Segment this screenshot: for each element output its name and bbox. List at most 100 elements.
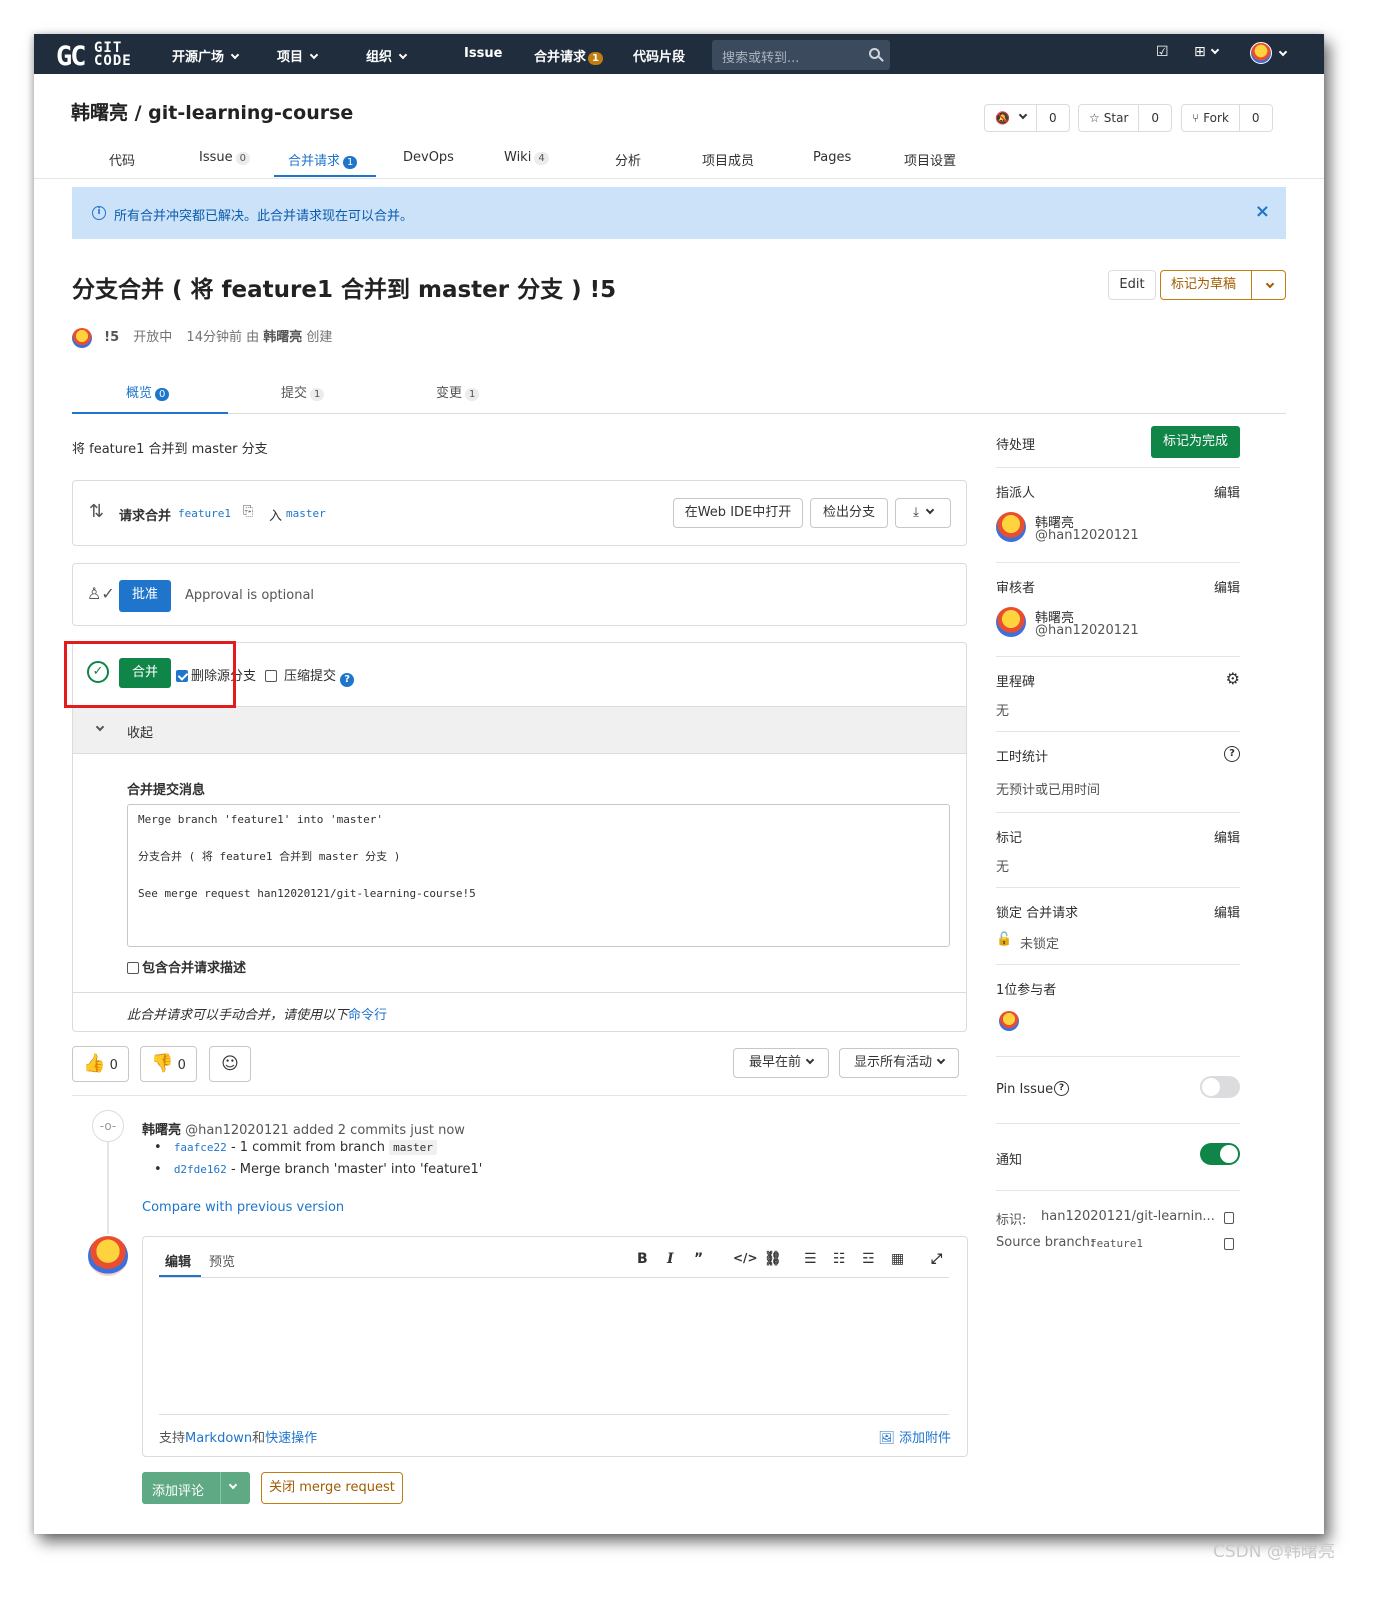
copy-icon[interactable]: ⎘: [243, 504, 253, 519]
tab-analytics[interactable]: 分析: [615, 150, 641, 169]
add-comment-label[interactable]: 添加评论: [152, 1480, 204, 1499]
assignee-avatar[interactable]: [996, 512, 1026, 542]
bullet-list-icon[interactable]: ☰: [804, 1251, 817, 1267]
author-avatar[interactable]: [72, 327, 92, 348]
markdown-link[interactable]: Markdown: [185, 1431, 252, 1446]
comment-textarea[interactable]: [159, 1281, 949, 1411]
tab-wiki[interactable]: Wiki 4: [504, 150, 549, 165]
download-dropdown[interactable]: ⤓: [895, 498, 951, 528]
new-item-plus-icon[interactable]: ⊞: [1194, 44, 1219, 60]
nav-merge-requests[interactable]: 合并请求 1: [534, 46, 603, 65]
tab-write[interactable]: 编辑: [165, 1251, 191, 1270]
notifications-toggle[interactable]: [1200, 1143, 1240, 1165]
activity-author[interactable]: 韩曙亮: [142, 1123, 181, 1138]
fork-button[interactable]: ⑂ Fork 0: [1181, 104, 1273, 132]
tab-merge-requests[interactable]: 合并请求 1: [288, 150, 358, 169]
code-icon[interactable]: </>: [733, 1251, 758, 1265]
attach-file-button[interactable]: 🖼 添加附件: [878, 1427, 951, 1446]
help-icon[interactable]: ?: [1224, 746, 1240, 762]
mark-done-button[interactable]: 标记为完成: [1151, 426, 1240, 458]
sort-order-dropdown[interactable]: 最早在前: [733, 1048, 829, 1078]
close-merge-request-button[interactable]: 关闭 merge request: [261, 1472, 403, 1504]
todo-icon[interactable]: ☑: [1156, 44, 1169, 60]
search-input[interactable]: 搜索或转到...: [712, 40, 890, 70]
notification-bell-off-icon[interactable]: 🔕: [985, 105, 1037, 131]
quote-icon[interactable]: ”: [694, 1251, 703, 1267]
tab-commits[interactable]: 提交 1: [281, 382, 325, 401]
bold-icon[interactable]: B: [637, 1251, 648, 1267]
add-reaction-button[interactable]: ☺: [209, 1046, 251, 1082]
chevron-down-icon[interactable]: [1265, 279, 1275, 289]
checkout-branch-button[interactable]: 检出分支: [810, 498, 888, 528]
nav-snippets[interactable]: 代码片段: [633, 46, 685, 65]
current-user-avatar[interactable]: [88, 1236, 128, 1276]
target-branch-link[interactable]: master: [286, 507, 326, 520]
fork-count[interactable]: 0: [1240, 105, 1272, 131]
commit-sha-link[interactable]: d2fde162: [174, 1163, 227, 1176]
activity-action: added 2 commits just now: [292, 1123, 465, 1138]
squash-commits-option[interactable]: 压缩提交 ?: [265, 665, 355, 687]
fullscreen-icon[interactable]: ⤢: [931, 1251, 942, 1267]
user-menu-chevron[interactable]: [1278, 46, 1288, 62]
quick-actions-link[interactable]: 快速操作: [265, 1431, 317, 1446]
command-line-link[interactable]: 命令行: [348, 1008, 387, 1023]
edit-lock-link[interactable]: 编辑: [1214, 902, 1240, 921]
italic-icon[interactable]: I: [667, 1251, 674, 1267]
tab-pages[interactable]: Pages: [813, 150, 851, 165]
copy-icon[interactable]: [1224, 1238, 1234, 1250]
tab-issue[interactable]: Issue 0: [199, 150, 250, 165]
gear-icon[interactable]: ⚙: [1226, 669, 1240, 688]
thumbs-down-button[interactable]: 👎 0: [140, 1046, 197, 1082]
project-breadcrumb[interactable]: 韩曙亮 / git-learning-course: [71, 98, 353, 125]
tab-devops[interactable]: DevOps: [403, 150, 454, 165]
nav-projects[interactable]: 项目: [277, 46, 319, 65]
participant-avatar[interactable]: [999, 1011, 1019, 1031]
reviewer-avatar[interactable]: [996, 607, 1026, 637]
tab-overview[interactable]: 概览 0: [126, 382, 170, 401]
star-button[interactable]: ☆ Star 0: [1078, 104, 1173, 132]
add-comment-split-button[interactable]: 添加评论: [142, 1472, 250, 1504]
tab-settings[interactable]: 项目设置: [904, 150, 956, 169]
thumbs-up-button[interactable]: 👍 0: [72, 1046, 129, 1082]
edit-reviewer-link[interactable]: 编辑: [1214, 577, 1240, 596]
edit-button[interactable]: Edit: [1108, 270, 1156, 300]
include-description-checkbox[interactable]: [127, 962, 139, 974]
include-description-option[interactable]: 包含合并请求描述: [127, 957, 246, 976]
mark-as-draft-button[interactable]: 标记为草稿: [1160, 270, 1286, 300]
source-branch-link[interactable]: feature1: [178, 507, 231, 520]
task-list-icon[interactable]: ☲: [862, 1251, 875, 1267]
help-icon[interactable]: ?: [1054, 1081, 1069, 1096]
close-icon[interactable]: ×: [1255, 201, 1270, 222]
table-icon[interactable]: ▦: [891, 1251, 904, 1267]
mr-author-link[interactable]: 韩曙亮: [263, 330, 302, 345]
activity-handle[interactable]: @han12020121: [185, 1123, 289, 1138]
nav-explore[interactable]: 开源广场: [172, 46, 240, 65]
pin-issue-toggle[interactable]: [1200, 1076, 1240, 1098]
tab-changes[interactable]: 变更 1: [436, 382, 480, 401]
chevron-down-icon[interactable]: [228, 1480, 238, 1490]
edit-labels-link[interactable]: 编辑: [1214, 827, 1240, 846]
tab-members[interactable]: 项目成员: [702, 150, 754, 169]
link-icon[interactable]: ⛓: [764, 1251, 782, 1267]
squash-checkbox[interactable]: [265, 670, 277, 682]
collapse-toggle[interactable]: 收起: [73, 706, 966, 754]
notification-dropdown[interactable]: 🔕 0: [984, 104, 1070, 132]
tab-code[interactable]: 代码: [109, 150, 135, 169]
commit-message-textarea[interactable]: Merge branch 'feature1' into 'master' 分支…: [127, 804, 950, 947]
edit-assignee-link[interactable]: 编辑: [1214, 482, 1240, 501]
help-icon[interactable]: ?: [340, 673, 355, 687]
compare-version-link[interactable]: Compare with previous version: [142, 1200, 344, 1215]
numbered-list-icon[interactable]: ☷: [833, 1251, 846, 1267]
nav-groups[interactable]: 组织: [366, 46, 408, 65]
commit-sha-link[interactable]: faafce22: [174, 1141, 227, 1154]
tab-preview[interactable]: 预览: [209, 1251, 235, 1270]
approve-button[interactable]: 批准: [119, 580, 171, 612]
gitcode-logo[interactable]: GC GIT CODE: [56, 40, 148, 72]
activity-filter-dropdown[interactable]: 显示所有活动: [839, 1048, 959, 1078]
nav-issues[interactable]: Issue: [464, 46, 502, 61]
copy-icon[interactable]: [1224, 1212, 1234, 1224]
time-tracking-label: 工时统计: [996, 750, 1049, 765]
user-avatar[interactable]: [1250, 42, 1272, 64]
star-count[interactable]: 0: [1139, 105, 1171, 131]
open-web-ide-button[interactable]: 在Web IDE中打开: [673, 498, 803, 528]
